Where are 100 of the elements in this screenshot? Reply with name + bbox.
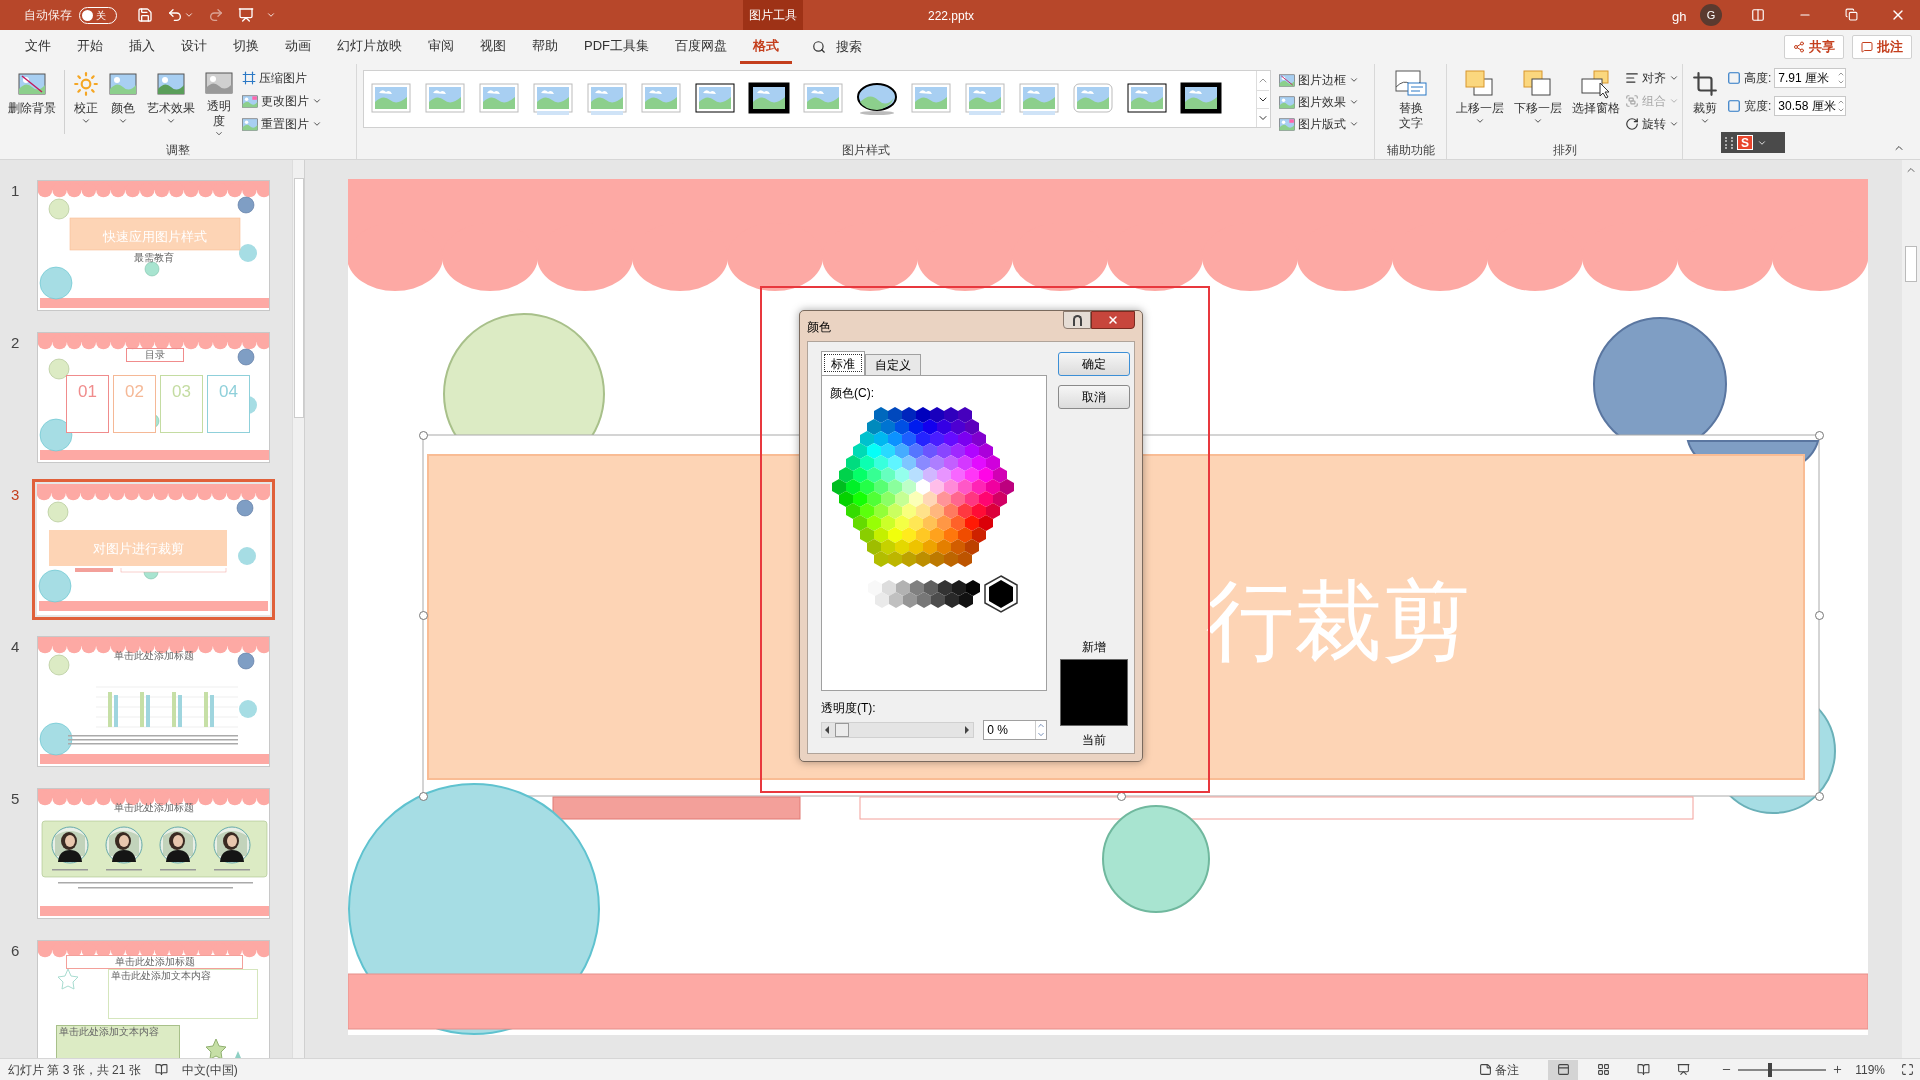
spin-up-icon[interactable] bbox=[1837, 70, 1846, 78]
slide-title: 单击此处添加标题 bbox=[66, 955, 243, 969]
present-icon[interactable] bbox=[238, 7, 254, 23]
slide-title: 快速应用图片样式 bbox=[102, 228, 208, 246]
resize-handle[interactable] bbox=[1815, 611, 1824, 620]
ribbon-button[interactable]: 旋转 bbox=[1625, 114, 1679, 134]
zoom-level[interactable]: 119% bbox=[1855, 1060, 1885, 1079]
zoom-in-icon[interactable] bbox=[1832, 1064, 1844, 1075]
ribbon-button[interactable]: 上移一层 bbox=[1451, 64, 1509, 138]
scroll-thumb[interactable] bbox=[1905, 246, 1917, 282]
ribbon-button[interactable]: 图片版式 bbox=[1279, 114, 1359, 134]
ribbon-button[interactable]: 删除背景 bbox=[3, 64, 61, 138]
ribbon-tab[interactable]: 帮助 bbox=[519, 30, 571, 64]
view-button[interactable] bbox=[1548, 1059, 1579, 1080]
zoom-slider[interactable] bbox=[1738, 1062, 1827, 1077]
transparency-field[interactable]: 0 % bbox=[983, 720, 1047, 740]
ribbon-button[interactable]: 裁剪 bbox=[1687, 64, 1723, 138]
caret-icon bbox=[1533, 116, 1543, 126]
resize-handle[interactable] bbox=[1815, 792, 1824, 801]
search-button[interactable]: 搜索 bbox=[812, 37, 862, 57]
ribbon-tab[interactable]: 开始 bbox=[64, 30, 116, 64]
new-color-label: 新增 bbox=[1082, 639, 1106, 656]
dialog-button[interactable]: 取消 bbox=[1058, 385, 1130, 409]
size-field[interactable]: 7.91 厘米 bbox=[1774, 68, 1847, 88]
color-honeycomb-drawing[interactable] bbox=[832, 407, 1014, 567]
zoom-thumb[interactable] bbox=[1767, 1062, 1772, 1077]
ribbon-button[interactable]: 下移一层 bbox=[1509, 64, 1567, 138]
landscape-icon bbox=[370, 82, 412, 116]
slide-thumbnail[interactable]: 目录 01 02 03 04 bbox=[37, 332, 270, 463]
spin-up-icon[interactable] bbox=[1837, 98, 1846, 106]
restore-icon[interactable] bbox=[1845, 8, 1858, 21]
caret-icon bbox=[1669, 119, 1679, 129]
slider-thumb[interactable] bbox=[835, 723, 849, 737]
ribbon-button[interactable]: 颜色 bbox=[104, 64, 142, 138]
spin-down-icon[interactable] bbox=[1837, 106, 1846, 114]
user-avatar[interactable]: G bbox=[1700, 4, 1722, 26]
slider-left-icon[interactable] bbox=[825, 726, 829, 734]
slide-thumbnail[interactable]: 单击此处添加标题 bbox=[37, 788, 270, 919]
ribbon-button[interactable]: 替换文字 bbox=[1388, 64, 1433, 138]
landscape-icon bbox=[532, 82, 574, 116]
help-button[interactable] bbox=[1063, 311, 1091, 329]
resize-handle[interactable] bbox=[1815, 431, 1824, 440]
ribbon-button[interactable]: 图片边框 bbox=[1279, 70, 1359, 90]
ribbon-tab[interactable]: 视图 bbox=[467, 30, 519, 64]
ribbon-tab[interactable]: 动画 bbox=[272, 30, 324, 64]
view-icon bbox=[1676, 1063, 1690, 1076]
slider-right-icon[interactable] bbox=[965, 726, 969, 734]
ribbon-button[interactable]: 图片效果 bbox=[1279, 92, 1359, 112]
ribbon-button[interactable]: 透明度 bbox=[200, 64, 238, 138]
caret-icon bbox=[1669, 73, 1679, 83]
notes-button[interactable]: 备注 bbox=[1479, 1060, 1520, 1079]
selected-color-swatch[interactable] bbox=[984, 575, 1018, 613]
scroll-down-icon[interactable] bbox=[1257, 90, 1269, 109]
ribbon-tab[interactable]: PDF工具集 bbox=[571, 30, 662, 64]
scrollbar[interactable] bbox=[292, 160, 304, 1058]
group-label: 辅助功能 bbox=[1386, 142, 1435, 158]
ribbon-tab[interactable]: 切换 bbox=[220, 30, 272, 64]
scrollbar[interactable] bbox=[1902, 160, 1920, 1058]
spin-up-icon[interactable] bbox=[1036, 721, 1046, 730]
shade-swatches-drawing[interactable] bbox=[868, 580, 980, 608]
ribbon-button[interactable]: 选择窗格 bbox=[1567, 64, 1625, 138]
slide-thumbnail[interactable]: 单击此处添加标题 单击此处添加文本内容 单击此处添加文本内容 bbox=[37, 940, 270, 1058]
dialog-tab[interactable]: 自定义 bbox=[865, 354, 921, 375]
ribbon-display-icon[interactable] bbox=[1751, 8, 1765, 22]
spin-down-icon[interactable] bbox=[1837, 78, 1846, 86]
ribbon-button[interactable]: 对齐 bbox=[1625, 68, 1679, 88]
resize-handle[interactable] bbox=[1117, 792, 1126, 801]
size-field[interactable]: 30.58 厘米 bbox=[1774, 96, 1847, 116]
dialog-tab[interactable]: 标准 bbox=[821, 351, 865, 375]
slide-thumbnail[interactable]: 快速应用图片样式 最需教育 bbox=[37, 180, 270, 311]
ribbon-tab[interactable]: 文件 bbox=[12, 30, 64, 64]
ribbon-button[interactable]: 艺术效果 bbox=[142, 64, 200, 138]
close-button[interactable] bbox=[1091, 311, 1135, 329]
comments-button[interactable]: 批注 bbox=[1852, 35, 1912, 59]
resize-handle[interactable] bbox=[419, 792, 428, 801]
caret-icon bbox=[184, 10, 194, 20]
share-button[interactable]: 共享 bbox=[1784, 35, 1844, 59]
spin-down-icon[interactable] bbox=[1036, 730, 1046, 739]
input-method-toolbar[interactable]: S bbox=[1721, 132, 1785, 153]
ribbon-tab[interactable]: 插入 bbox=[116, 30, 168, 64]
spelling-icon[interactable] bbox=[154, 1063, 168, 1076]
language-indicator[interactable]: 中文(中国) bbox=[181, 1060, 238, 1079]
scroll-thumb[interactable] bbox=[293, 178, 304, 418]
toc-number: 04 bbox=[219, 382, 238, 403]
ribbon-button[interactable]: 压缩图片 bbox=[242, 68, 322, 88]
resize-handle[interactable] bbox=[419, 611, 428, 620]
ribbon-tab[interactable]: 幻灯片放映 bbox=[324, 30, 415, 64]
ribbon-button[interactable]: 重置图片 bbox=[242, 114, 322, 134]
caret-icon bbox=[266, 10, 276, 20]
ribbon-tab[interactable]: 百度网盘 bbox=[662, 30, 740, 64]
ribbon-tab[interactable]: 审阅 bbox=[415, 30, 467, 64]
resize-handle[interactable] bbox=[419, 431, 428, 440]
save-icon[interactable] bbox=[137, 7, 153, 23]
ribbon-button[interactable]: 校正 bbox=[68, 64, 104, 138]
dialog-button[interactable]: 确定 bbox=[1058, 352, 1130, 376]
ribbon-tab[interactable]: 设计 bbox=[168, 30, 220, 64]
fit-slide-icon[interactable] bbox=[1901, 1063, 1914, 1076]
ribbon-button[interactable]: 更改图片 bbox=[242, 91, 322, 111]
slide-thumbnail[interactable]: 单击此处添加标题 bbox=[37, 636, 270, 767]
undo-icon[interactable] bbox=[167, 7, 183, 23]
